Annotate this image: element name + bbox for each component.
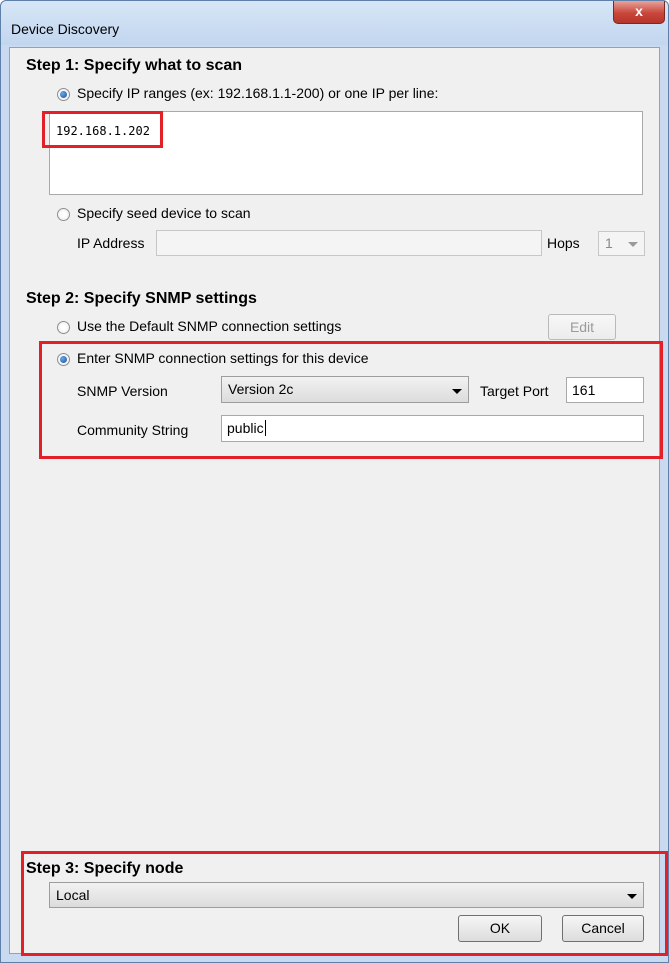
chevron-down-icon <box>628 242 638 247</box>
default-snmp-label: Use the Default SNMP connection settings <box>77 318 342 334</box>
window-title: Device Discovery <box>11 21 120 37</box>
highlight-ip-range <box>42 111 163 148</box>
seed-device-label: Specify seed device to scan <box>77 205 251 221</box>
ip-ranges-radio[interactable] <box>57 88 70 101</box>
step2-heading: Step 2: Specify SNMP settings <box>26 290 257 307</box>
edit-button[interactable]: Edit <box>548 314 616 340</box>
default-snmp-radio[interactable] <box>57 321 70 334</box>
dialog-body: Step 1: Specify what to scan Specify IP … <box>9 47 660 954</box>
close-button[interactable]: x <box>613 1 665 24</box>
hops-select[interactable]: 1 <box>598 231 645 256</box>
ip-address-field[interactable] <box>156 230 542 256</box>
ip-address-label: IP Address <box>77 235 145 251</box>
highlight-snmp-settings <box>39 341 663 459</box>
ip-ranges-label: Specify IP ranges (ex: 192.168.1.1-200) … <box>77 85 439 101</box>
device-discovery-window: Device Discovery x Step 1: Specify what … <box>0 0 669 963</box>
title-bar[interactable]: Device Discovery x <box>1 1 668 45</box>
hops-value: 1 <box>605 235 613 251</box>
highlight-node-section <box>21 851 668 956</box>
seed-device-radio[interactable] <box>57 208 70 221</box>
close-icon: x <box>635 3 643 19</box>
step1-heading: Step 1: Specify what to scan <box>26 57 243 74</box>
hops-label: Hops <box>547 235 580 251</box>
